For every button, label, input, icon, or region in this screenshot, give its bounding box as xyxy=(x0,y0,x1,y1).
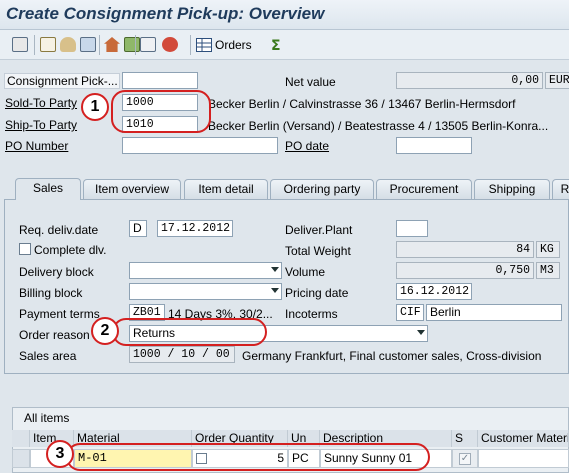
payment-terms-label: Payment terms xyxy=(19,307,100,321)
payment-terms-field[interactable]: ZB01 xyxy=(129,304,165,321)
complete-dlv-label: Complete dlv. xyxy=(34,243,107,257)
incoterms-place-field[interactable]: Berlin xyxy=(426,304,562,321)
volume-label: Volume xyxy=(285,265,326,279)
header-details-icon[interactable] xyxy=(40,37,56,52)
column-header-s[interactable]: S xyxy=(452,430,478,447)
volume-unit-field: M3 xyxy=(536,262,560,279)
quantity-cell[interactable]: 5 xyxy=(192,449,288,468)
sold-to-description: Becker Berlin / Calvinstrasse 36 / 13467… xyxy=(208,97,516,111)
sold-to-field[interactable]: 1000 xyxy=(122,94,198,111)
column-header-quantity[interactable]: Order Quantity xyxy=(192,430,288,447)
unit-cell[interactable]: PC xyxy=(288,449,320,468)
toolbar-separator xyxy=(190,35,191,55)
status-overview-icon[interactable] xyxy=(162,37,178,52)
po-number-label[interactable]: PO Number xyxy=(5,139,68,153)
order-reason-dropdown[interactable]: Returns xyxy=(129,325,428,342)
total-weight-label: Total Weight xyxy=(285,244,351,258)
currency-field: EUR xyxy=(545,72,569,89)
home-icon[interactable] xyxy=(104,37,120,52)
incoterms-field[interactable]: CIF xyxy=(396,304,424,321)
po-date-label[interactable]: PO date xyxy=(285,139,329,153)
orders-button[interactable]: Orders xyxy=(196,36,252,54)
po-date-field[interactable] xyxy=(396,137,472,154)
chevron-down-icon xyxy=(417,330,425,335)
tab-shipping[interactable]: Shipping xyxy=(474,179,550,199)
column-header-material[interactable]: Material xyxy=(74,430,192,447)
checkbox-checked-icon: ✓ xyxy=(459,453,471,465)
total-weight-field: 84 xyxy=(396,241,534,258)
column-header-customer-material[interactable]: Customer Material xyxy=(478,430,569,447)
toolbar-separator xyxy=(99,35,100,55)
sold-to-label[interactable]: Sold-To Party xyxy=(5,96,77,110)
customer-material-cell[interactable] xyxy=(478,449,569,468)
net-value-field: 0,00 xyxy=(396,72,543,89)
copy-icon[interactable] xyxy=(196,453,207,464)
tab-sales[interactable]: Sales xyxy=(15,178,81,200)
order-reason-label: Order reason xyxy=(19,328,90,342)
sales-area-label: Sales area xyxy=(19,349,77,363)
pricing-date-label: Pricing date xyxy=(285,286,349,300)
consignment-label: Consignment Pick-... xyxy=(4,73,120,89)
chevron-down-icon xyxy=(271,267,279,272)
ship-to-field[interactable]: 1010 xyxy=(122,116,198,133)
deliver-plant-label: Deliver.Plant xyxy=(285,223,353,237)
toolbar-separator xyxy=(135,35,136,55)
req-deliv-date-field[interactable]: 17.12.2012 xyxy=(157,220,233,237)
tab-more[interactable]: R xyxy=(552,179,569,199)
delivery-block-label: Delivery block xyxy=(19,265,94,279)
req-deliv-date-label: Req. deliv.date xyxy=(19,223,99,237)
display-doc-header-icon[interactable] xyxy=(12,37,28,52)
row-selector[interactable] xyxy=(12,449,30,468)
quantity-value: 5 xyxy=(277,451,284,465)
delivery-block-dropdown[interactable] xyxy=(129,262,282,279)
chevron-down-icon xyxy=(271,288,279,293)
svg-text:Σ: Σ xyxy=(271,38,281,53)
tab-procurement[interactable]: Procurement xyxy=(376,179,472,199)
orders-label: Orders xyxy=(215,38,252,52)
order-reason-value: Returns xyxy=(133,326,176,340)
billing-block-label: Billing block xyxy=(19,286,83,300)
description-cell[interactable]: Sunny Sunny 01 xyxy=(320,449,452,468)
all-items-label: All items xyxy=(24,411,70,425)
pricing-date-field[interactable]: 16.12.2012 xyxy=(396,283,472,300)
sales-area-field: 1000 / 10 / 00 xyxy=(129,346,235,363)
partner-icon[interactable] xyxy=(60,37,76,52)
application-toolbar: Orders Σ xyxy=(0,30,569,60)
po-number-field[interactable] xyxy=(122,137,278,154)
callout-badge-1: 1 xyxy=(81,93,109,121)
ship-to-label[interactable]: Ship-To Party xyxy=(5,118,77,132)
page-title: Create Consignment Pick-up: Overview xyxy=(6,4,325,23)
tab-item-overview[interactable]: Item overview xyxy=(83,179,181,199)
weight-unit-field: KG xyxy=(536,241,560,258)
copy-documents-icon[interactable] xyxy=(140,37,156,52)
sales-area-text: Germany Frankfurt, Final customer sales,… xyxy=(242,349,542,363)
incoterms-label: Incoterms xyxy=(285,307,338,321)
item-list-icon[interactable] xyxy=(80,37,96,52)
complete-dlv-checkbox[interactable] xyxy=(19,243,31,255)
column-header-description[interactable]: Description xyxy=(320,430,452,447)
toolbar-separator xyxy=(34,35,35,55)
tab-item-detail[interactable]: Item detail xyxy=(184,179,268,199)
req-deliv-type-field[interactable]: D xyxy=(129,220,147,237)
payment-terms-text: 14 Days 3%, 30/2... xyxy=(168,307,273,321)
document-flow-icon[interactable] xyxy=(124,37,140,52)
column-header-unit[interactable]: Un xyxy=(288,430,320,447)
volume-field: 0,750 xyxy=(396,262,534,279)
select-column-header[interactable] xyxy=(12,430,30,447)
net-value-label: Net value xyxy=(285,75,336,89)
callout-badge-2: 2 xyxy=(91,317,119,345)
sum-icon[interactable]: Σ xyxy=(270,38,286,53)
tab-ordering-party[interactable]: Ordering party xyxy=(270,179,374,199)
table-icon xyxy=(196,38,212,52)
material-cell[interactable]: M-01 xyxy=(74,449,192,468)
status-cell: ✓ xyxy=(452,449,478,468)
callout-badge-3: 3 xyxy=(46,440,74,468)
deliver-plant-field[interactable] xyxy=(396,220,428,237)
consignment-pickup-field[interactable] xyxy=(122,72,198,89)
billing-block-dropdown[interactable] xyxy=(129,283,282,300)
ship-to-description: Becker Berlin (Versand) / Beatestrasse 4… xyxy=(208,119,549,133)
